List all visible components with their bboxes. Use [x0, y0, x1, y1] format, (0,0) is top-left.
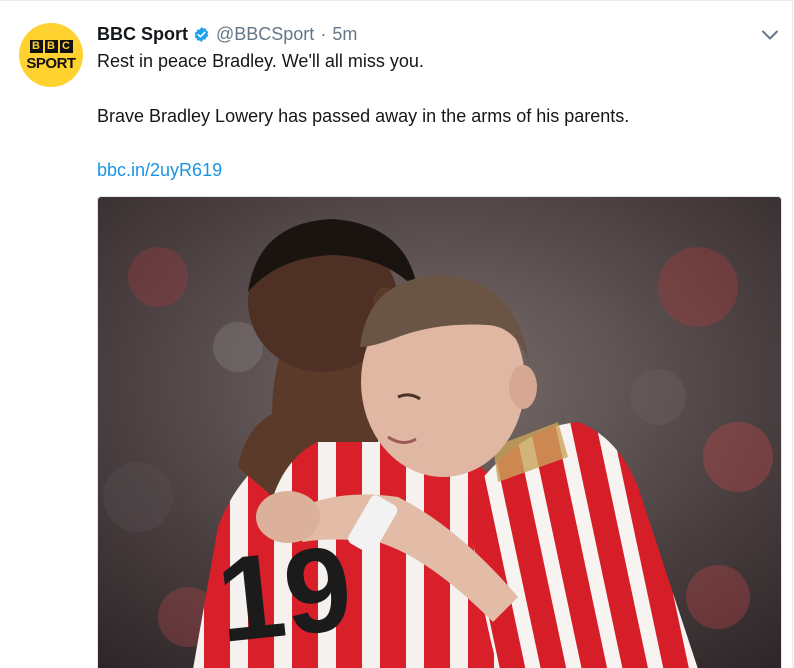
tweet-timestamp[interactable]: 5m: [332, 24, 357, 45]
avatar[interactable]: B B C SPORT: [19, 23, 83, 87]
tweet-photo[interactable]: 19: [97, 196, 782, 668]
chevron-down-icon[interactable]: [760, 25, 780, 45]
bbc-letter-b1: B: [29, 39, 43, 53]
display-name[interactable]: BBC Sport: [97, 24, 188, 45]
separator-dot: ·: [320, 23, 327, 44]
verified-badge-icon: [193, 26, 210, 43]
user-handle[interactable]: @BBCSport: [216, 24, 314, 45]
bbc-logo-blocks: B B C: [29, 39, 73, 53]
tweet-text-line-2: Brave Bradley Lowery has passed away in …: [97, 106, 630, 126]
tweet-text-line-1: Rest in peace Bradley. We'll all miss yo…: [97, 51, 424, 71]
sport-wordmark: SPORT: [26, 54, 76, 72]
bbc-letter-b2: B: [44, 39, 58, 53]
tweet-header: BBC Sport @BBCSport · 5m: [97, 23, 357, 45]
tweet-card[interactable]: B B C SPORT BBC Sport @BBCSport · 5m Res…: [0, 0, 793, 668]
photo-illustration: 19: [98, 197, 781, 668]
tweet-link[interactable]: bbc.in/2uyR619: [97, 160, 222, 181]
bbc-letter-c: C: [59, 39, 73, 53]
